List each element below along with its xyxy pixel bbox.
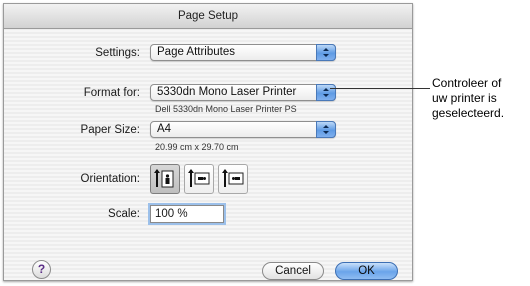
- ok-button[interactable]: OK: [335, 262, 398, 280]
- format-for-popup[interactable]: 5330dn Mono Laser Printer: [150, 84, 336, 101]
- paper-dimensions: 20.99 cm x 29.70 cm: [155, 142, 239, 152]
- settings-value: Page Attributes: [157, 46, 235, 58]
- paper-size-popup[interactable]: A4: [150, 121, 336, 138]
- callout-line-2: uw printer is: [432, 91, 497, 105]
- callout-line-1: Controleer of: [432, 76, 502, 90]
- settings-label: Settings:: [95, 47, 140, 59]
- orientation-portrait-button[interactable]: [150, 164, 180, 194]
- scale-input[interactable]: 100 %: [150, 205, 224, 223]
- paper-size-label: Paper Size:: [80, 124, 140, 136]
- popup-arrows-icon: [316, 84, 336, 101]
- format-for-label: Format for:: [83, 87, 140, 99]
- orientation-landscape-left-button[interactable]: [184, 164, 214, 194]
- scale-label: Scale:: [108, 208, 140, 220]
- popup-arrows-icon: [316, 121, 336, 138]
- portrait-icon: [154, 169, 174, 188]
- orientation-label: Orientation:: [80, 173, 140, 185]
- paper-size-value: A4: [157, 123, 172, 135]
- format-for-value: 5330dn Mono Laser Printer: [157, 86, 297, 98]
- callout-line-3: geselecteerd.: [432, 106, 505, 120]
- dialog-title: Page Setup: [4, 4, 412, 29]
- settings-popup[interactable]: Page Attributes: [150, 44, 336, 61]
- callout-line: [330, 88, 430, 89]
- help-button[interactable]: ?: [32, 260, 51, 279]
- landscape-right-icon: [222, 169, 244, 187]
- callout-text: Controleer of uw printer is geselecteerd…: [432, 76, 530, 121]
- orientation-landscape-right-button[interactable]: [218, 164, 248, 194]
- printer-description: Dell 5330dn Mono Laser Printer PS: [155, 104, 297, 114]
- landscape-left-icon: [188, 169, 210, 187]
- page-setup-dialog: Page Setup Settings: Page Attributes For…: [3, 3, 413, 281]
- cancel-button[interactable]: Cancel: [262, 262, 324, 280]
- popup-arrows-icon: [316, 44, 336, 61]
